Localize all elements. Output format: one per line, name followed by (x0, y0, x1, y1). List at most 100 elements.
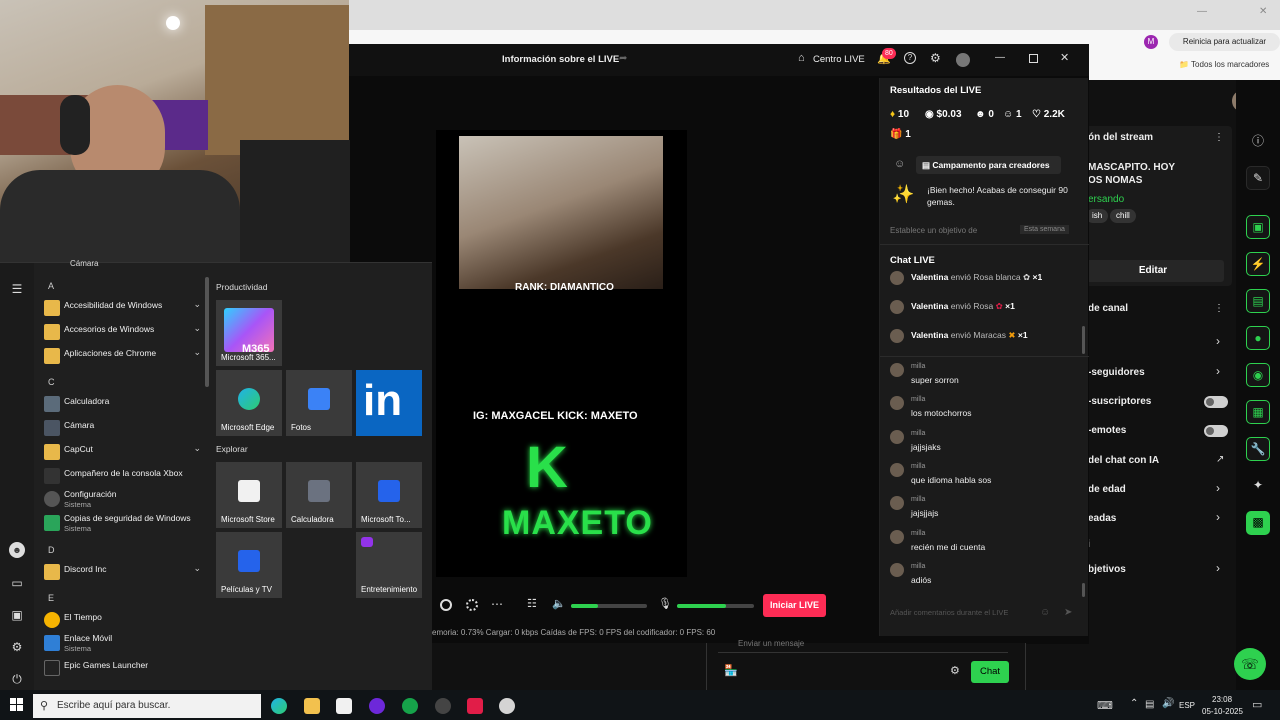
mic-volume-slider[interactable] (677, 604, 754, 608)
tile-entertainment[interactable]: Entretenimiento (356, 532, 422, 598)
keyboard-icon[interactable]: ⌨ (1097, 699, 1113, 712)
avatar[interactable] (890, 329, 904, 343)
user-icon[interactable]: ☻ (9, 542, 25, 558)
creator-icon[interactable]: ☺ (894, 158, 905, 170)
avatar[interactable] (890, 271, 904, 285)
app-item[interactable]: Accesibilidad de Windows ⌄ (40, 297, 205, 319)
raids-row[interactable]: eadas (1088, 513, 1116, 524)
network-icon[interactable]: ▤ (1145, 699, 1154, 710)
chat-bubble-icon[interactable]: ● (1246, 326, 1270, 350)
letter-header[interactable]: E (48, 593, 54, 603)
notifications-icon[interactable]: ▭ (1252, 698, 1262, 711)
lightning-icon[interactable]: ⚡ (1246, 252, 1270, 276)
chevron-right-icon[interactable]: › (1216, 561, 1220, 575)
letter-header[interactable]: C (48, 377, 55, 387)
gift-user[interactable]: Valentina (911, 330, 948, 340)
window-minimize-icon[interactable]: — (1197, 6, 1207, 17)
emoji-icon[interactable]: ☺ (1040, 607, 1050, 618)
emotes-toggle[interactable] (1204, 425, 1228, 437)
avatar[interactable] (890, 396, 904, 410)
document-icon[interactable]: ▭ (9, 575, 25, 591)
profile-avatar[interactable] (956, 53, 970, 67)
record-icon[interactable] (440, 599, 452, 611)
avatar[interactable] (890, 463, 904, 477)
speaker-icon[interactable]: 🔈 (552, 597, 566, 610)
chat-user[interactable]: milla (911, 430, 925, 437)
maximize-icon[interactable] (1029, 54, 1038, 63)
speaker-volume-slider[interactable] (571, 604, 647, 608)
more-horizontal-icon[interactable]: ⋯ (491, 597, 503, 611)
app-item[interactable]: Cámara (40, 417, 205, 439)
app-item[interactable]: Enlace Móvil Sistema (40, 632, 205, 654)
app-item[interactable]: Aplicaciones de Chrome ⌄ (40, 345, 205, 367)
clock-date[interactable]: 05-10-2025 (1202, 707, 1243, 716)
mixer-icon[interactable]: ☷ (527, 597, 537, 610)
chat-user[interactable]: milla (911, 530, 925, 537)
tile-store[interactable]: Microsoft Store (216, 462, 282, 528)
avatar[interactable] (890, 563, 904, 577)
home-icon[interactable]: ⌂ (798, 52, 805, 64)
store-taskbar-icon[interactable] (336, 698, 352, 714)
camera-scan-icon[interactable]: ▣ (1246, 215, 1270, 239)
more-icon[interactable]: ⋮ (1214, 132, 1224, 143)
windows-start-icon[interactable] (10, 698, 23, 711)
app-item[interactable]: Accesorios de Windows ⌄ (40, 321, 205, 343)
tile-calculator[interactable]: Calculadora (286, 462, 352, 528)
update-button[interactable]: Reinicia para actualizar (1169, 33, 1280, 51)
send-icon[interactable]: ➤ (1064, 607, 1072, 618)
tile-edge[interactable]: Microsoft Edge (216, 370, 282, 436)
support-chat-icon[interactable]: ☏ (1234, 648, 1266, 680)
avatar[interactable] (890, 430, 904, 444)
chat-user[interactable]: milla (911, 563, 925, 570)
gift-user[interactable]: Valentina (911, 272, 948, 282)
external-link-icon[interactable]: ↗ (1216, 454, 1224, 465)
subscribers-toggle[interactable] (1204, 396, 1228, 408)
comment-input[interactable]: Añadir comentarios durante el LIVE (890, 608, 1045, 622)
chevron-right-icon[interactable]: › (1216, 481, 1220, 495)
store-icon[interactable]: 🏪 (724, 664, 738, 677)
letter-header[interactable]: D (48, 545, 55, 555)
obs-taskbar-icon[interactable] (435, 698, 451, 714)
chevron-right-icon[interactable]: › (1216, 510, 1220, 524)
clipboard-icon[interactable]: ▤ (1246, 289, 1270, 313)
chevron-up-icon[interactable]: ⌃ (1130, 698, 1138, 709)
edge-taskbar-icon[interactable] (271, 698, 287, 714)
avatar[interactable] (890, 363, 904, 377)
discord-taskbar-icon[interactable] (369, 698, 385, 714)
bookmarks-folder[interactable]: 📁 Todos los marcadores (1179, 60, 1269, 69)
chat-user[interactable]: milla (911, 363, 925, 370)
wrench-icon[interactable]: 🔧 (1246, 437, 1270, 461)
chat-user[interactable]: milla (911, 496, 925, 503)
layout-icon[interactable]: ▦ (1246, 400, 1270, 424)
more-icon[interactable]: ⋮ (1214, 303, 1224, 314)
power-icon[interactable]: ⏻ (9, 671, 25, 687)
picture-icon[interactable]: ▣ (9, 607, 25, 623)
gear-icon[interactable]: ⚙ (930, 51, 941, 65)
ai-chat-row[interactable]: del chat con IA (1088, 455, 1159, 466)
avatar[interactable] (890, 496, 904, 510)
profile-avatar[interactable]: M (1144, 35, 1158, 49)
letter-header[interactable]: A (48, 281, 54, 291)
gear-icon[interactable]: ⚙ (9, 639, 25, 655)
window-close-icon[interactable]: ✕ (1259, 6, 1267, 17)
share-icon[interactable]: ➦ (619, 53, 627, 64)
followers-row[interactable]: -seguidores (1088, 367, 1145, 378)
tiktok-taskbar-icon[interactable] (467, 698, 483, 714)
taskbar-search-input[interactable]: Escribe aquí para buscar. (33, 694, 261, 718)
file-explorer-icon[interactable] (304, 698, 320, 714)
apps-icon[interactable]: ✦ (1246, 474, 1270, 498)
tile-linkedin[interactable]: in (356, 370, 422, 436)
tile-todo[interactable]: Microsoft To... (356, 462, 422, 528)
go-live-button[interactable]: Iniciar LIVE (763, 594, 826, 617)
tile-movies[interactable]: Películas y TV (216, 532, 282, 598)
info-icon[interactable]: ⓘ (1246, 130, 1270, 154)
app-item[interactable]: Copias de seguridad de Windows Sistema (40, 512, 205, 534)
language-indicator[interactable]: ESP (1179, 701, 1195, 710)
chat-user[interactable]: milla (911, 463, 925, 470)
tile-m365[interactable]: M365 Microsoft 365... (216, 300, 282, 366)
scrollbar[interactable] (1082, 583, 1085, 597)
goals-row[interactable]: bjetivos (1088, 564, 1126, 575)
scrollbar[interactable] (1082, 326, 1085, 354)
chat-user[interactable]: milla (911, 396, 925, 403)
volume-icon[interactable]: 🔊 (1162, 698, 1174, 709)
